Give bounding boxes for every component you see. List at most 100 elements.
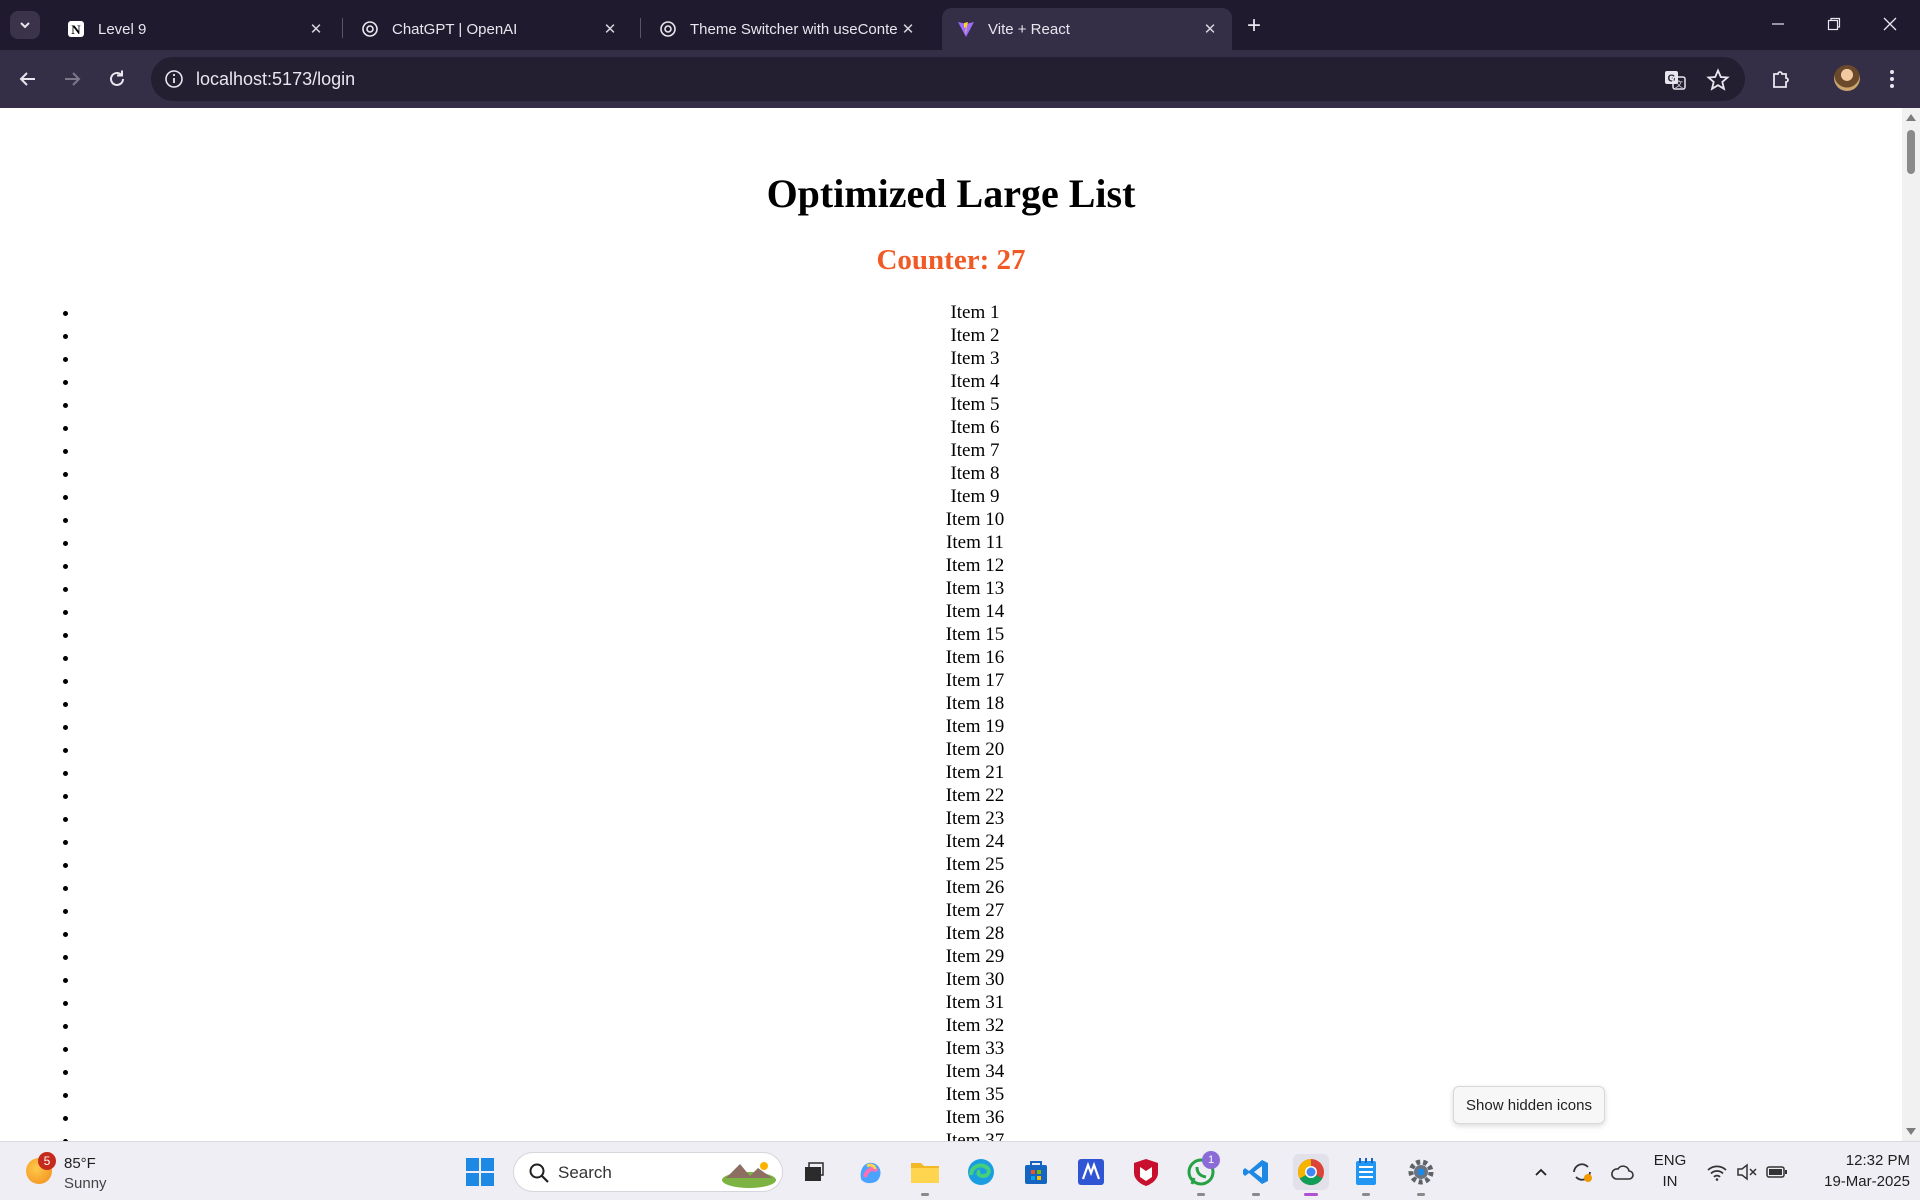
edge-button[interactable]: [963, 1154, 999, 1190]
list-item: Item 11: [80, 531, 1870, 554]
address-bar[interactable]: localhost:5173/login G文: [151, 57, 1745, 101]
close-icon[interactable]: ✕: [1200, 19, 1220, 39]
reload-button[interactable]: [101, 63, 133, 95]
list-item: Item 25: [80, 853, 1870, 876]
show-hidden-icons-button[interactable]: [1523, 1142, 1559, 1200]
tab-separator: [640, 18, 641, 38]
mcafee-app-button[interactable]: [1073, 1154, 1109, 1190]
tab-chatgpt[interactable]: ChatGPT | OpenAI ✕: [346, 8, 632, 50]
arrow-left-icon: [19, 72, 35, 86]
scroll-down-arrow-icon[interactable]: [1906, 1128, 1916, 1135]
forward-button[interactable]: [56, 63, 88, 95]
onedrive-tray-button[interactable]: [1604, 1142, 1640, 1200]
openai-icon: [360, 19, 380, 39]
scroll-thumb[interactable]: [1907, 130, 1915, 174]
list-item: Item 12: [80, 554, 1870, 577]
list-item: Item 22: [80, 784, 1870, 807]
tab-theme-switcher[interactable]: Theme Switcher with useContext ✕: [644, 8, 930, 50]
list-item: Item 29: [80, 945, 1870, 968]
running-indicator: [1197, 1193, 1205, 1196]
wifi-tray-button[interactable]: [1700, 1142, 1734, 1200]
vscode-button[interactable]: [1238, 1154, 1274, 1190]
profile-avatar[interactable]: [1834, 65, 1860, 91]
microsoft-store-button[interactable]: [1018, 1154, 1054, 1190]
list-item: Item 27: [80, 899, 1870, 922]
tab-title: ChatGPT | OpenAI: [392, 20, 518, 38]
address-text: localhost:5173/login: [196, 69, 356, 89]
notepad-button[interactable]: [1348, 1154, 1384, 1190]
chevron-up-icon: [1535, 1168, 1547, 1176]
battery-tray-button[interactable]: [1760, 1142, 1794, 1200]
list-item: Item 17: [80, 669, 1870, 692]
list-item: Item 32: [80, 1014, 1870, 1037]
site-info-icon[interactable]: [163, 68, 185, 90]
list-item: Item 28: [80, 922, 1870, 945]
mcafee-shield-button[interactable]: [1128, 1154, 1164, 1190]
edge-icon: [968, 1159, 994, 1185]
clock-time: 12:32 PM: [1845, 1152, 1910, 1169]
list-item: Item 33: [80, 1037, 1870, 1060]
tab-search-button[interactable]: [10, 11, 40, 39]
clock-date: 19-Mar-2025: [1824, 1173, 1910, 1190]
list-item: Item 19: [80, 715, 1870, 738]
file-explorer-button[interactable]: [907, 1154, 943, 1190]
tab-vite-react[interactable]: Vite + React ✕: [942, 8, 1232, 50]
list-item: Item 23: [80, 807, 1870, 830]
page-viewport: Optimized Large List Counter: 27 Item 1I…: [0, 108, 1920, 1141]
volume-tray-button[interactable]: [1730, 1142, 1764, 1200]
restore-button[interactable]: [1806, 0, 1862, 48]
list-item: Item 24: [80, 830, 1870, 853]
chrome-button[interactable]: [1293, 1154, 1329, 1190]
close-icon[interactable]: ✕: [600, 19, 620, 39]
start-button[interactable]: [462, 1154, 498, 1190]
arrow-right-icon: [65, 72, 81, 86]
whatsapp-badge: 1: [1202, 1151, 1220, 1169]
tab-title: Vite + React: [988, 20, 1070, 38]
close-icon: [1883, 17, 1897, 31]
new-tab-button[interactable]: +: [1240, 12, 1268, 40]
extensions-button[interactable]: [1768, 65, 1796, 93]
clock[interactable]: 12:32 PM 19-Mar-2025: [1800, 1150, 1910, 1192]
list-item: Item 4: [80, 370, 1870, 393]
chrome-icon: [1297, 1158, 1324, 1186]
reload-icon: [110, 70, 124, 86]
copilot-button[interactable]: [852, 1154, 888, 1190]
cloud-icon: [1611, 1164, 1634, 1180]
close-window-button[interactable]: [1862, 0, 1918, 48]
search-icon: [529, 1163, 549, 1183]
task-view-button[interactable]: [796, 1154, 832, 1190]
weather-temperature: 85°F: [64, 1155, 96, 1172]
settings-button[interactable]: [1403, 1154, 1439, 1190]
scroll-up-arrow-icon[interactable]: [1906, 114, 1916, 121]
close-icon[interactable]: ✕: [898, 19, 918, 39]
notification-badge: 5: [38, 1152, 56, 1170]
tab-level-9[interactable]: N Level 9 ✕: [52, 8, 338, 50]
language-line: ENG: [1653, 1152, 1687, 1169]
taskbar-search[interactable]: Search: [513, 1152, 783, 1192]
bookmark-star-icon[interactable]: [1706, 68, 1730, 92]
translate-icon[interactable]: G文: [1663, 68, 1687, 92]
list-item: Item 16: [80, 646, 1870, 669]
tab-strip: N Level 9 ✕ ChatGPT | OpenAI ✕ Theme Swi…: [0, 0, 1920, 50]
weather-widget[interactable]: 5 85°F Sunny: [24, 1150, 144, 1194]
vscode-icon: [1243, 1160, 1268, 1184]
sync-tray-button[interactable]: [1564, 1142, 1600, 1200]
minimize-button[interactable]: [1750, 0, 1806, 48]
browser-menu-button[interactable]: [1878, 65, 1906, 93]
list-item: Item 9: [80, 485, 1870, 508]
puzzle-icon: [1773, 71, 1789, 88]
store-icon: [1025, 1161, 1047, 1184]
vertical-scrollbar[interactable]: [1902, 108, 1920, 1141]
page-title: Optimized Large List: [766, 171, 1136, 216]
running-indicator: [1362, 1193, 1370, 1196]
tooltip: Show hidden icons: [1453, 1086, 1605, 1124]
battery-icon: [1766, 1165, 1787, 1178]
list-item: Item 26: [80, 876, 1870, 899]
back-button[interactable]: [12, 63, 44, 95]
folder-icon: [911, 1163, 939, 1183]
list-item: Item 21: [80, 761, 1870, 784]
volume-muted-icon: [1737, 1162, 1757, 1181]
running-indicator: [1252, 1193, 1260, 1196]
language-indicator[interactable]: ENG IN: [1648, 1150, 1692, 1192]
close-icon[interactable]: ✕: [306, 19, 326, 39]
